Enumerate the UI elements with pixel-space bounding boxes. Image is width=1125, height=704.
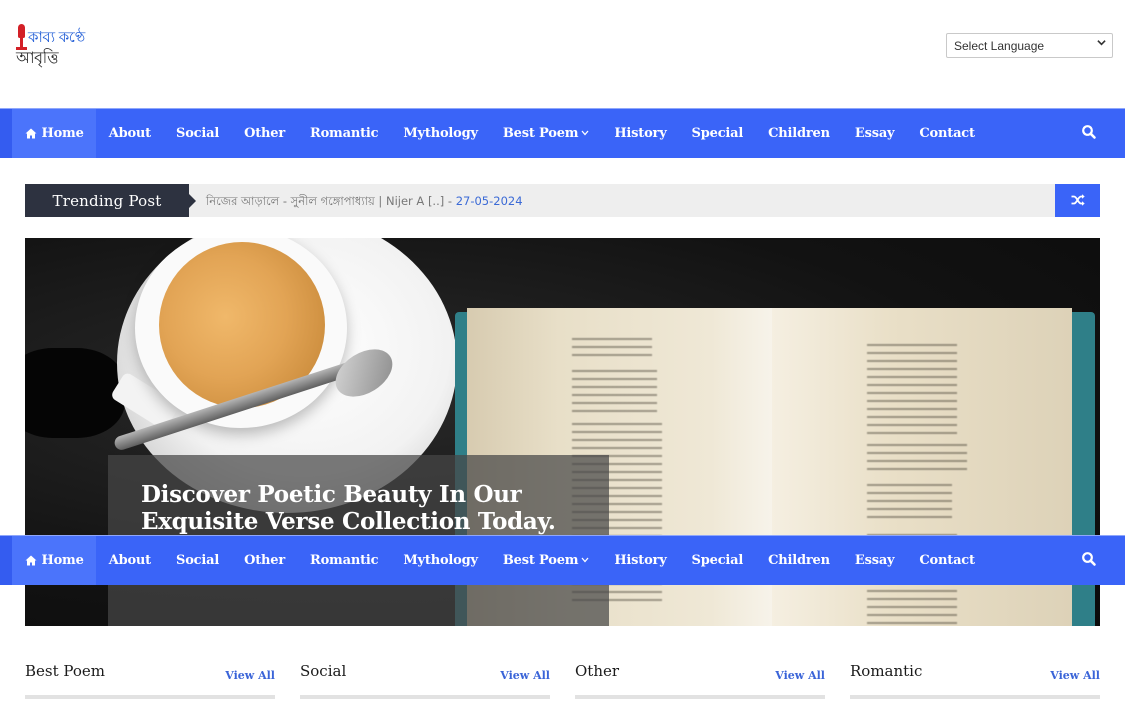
nav-item-other[interactable]: Other — [232, 109, 298, 158]
trending-post-title: নিজের আড়ালে - সুনীল গঙ্গোপাধ্যায় | Nij… — [206, 194, 456, 208]
nav-item-essay[interactable]: Essay — [842, 109, 907, 158]
section-divider — [25, 695, 275, 699]
nav-item-label: Best Poem — [502, 126, 579, 141]
trending-post-link[interactable]: নিজের আড়ালে - সুনীল গঙ্গোপাধ্যায় | Nij… — [206, 193, 523, 212]
hero-caption[interactable]: Discover Poetic Beauty In Our Exquisite … — [141, 481, 611, 535]
main-nav: Home About Social Other Romantic Mytholo… — [0, 108, 1125, 158]
nav-item-label: Home — [41, 553, 84, 568]
nav-item-label: Essay — [854, 553, 895, 568]
shuffle-button[interactable] — [1055, 184, 1100, 217]
section-title: Romantic — [850, 662, 923, 680]
nav-item-romantic[interactable]: Romantic — [297, 109, 390, 158]
nav-item-label: Special — [691, 126, 744, 141]
nav-item-label: History — [614, 126, 667, 141]
nav-item-label: Home — [41, 126, 84, 141]
book-text — [572, 338, 652, 360]
section-other: Other View All — [575, 660, 825, 700]
nav-item-contact[interactable]: Contact — [907, 536, 987, 585]
shuffle-icon — [1071, 191, 1085, 210]
nav-item-label: Other — [244, 553, 285, 568]
sticky-nav: Home About Social Other Romantic Mytholo… — [0, 535, 1125, 585]
nav-item-home[interactable]: Home — [12, 536, 97, 585]
view-all-link[interactable]: View All — [500, 669, 550, 682]
nav-item-label: History — [614, 553, 667, 568]
nav-item-label: Social — [176, 553, 220, 568]
section-title: Social — [300, 662, 347, 680]
nav-item-history[interactable]: History — [602, 109, 679, 158]
nav-item-children[interactable]: Children — [756, 536, 843, 585]
language-select-value: Select Language — [954, 38, 1045, 53]
nav-item-label: Best Poem — [502, 553, 579, 568]
book-text — [867, 484, 952, 524]
nav-left-strip — [0, 536, 12, 585]
nav-item-label: Mythology — [403, 553, 478, 568]
nav-item-label: Mythology — [403, 126, 478, 141]
nav-left-strip — [0, 109, 12, 158]
nav-item-mythology[interactable]: Mythology — [391, 536, 491, 585]
nav-item-label: Children — [768, 553, 830, 568]
section-social: Social View All — [300, 660, 550, 700]
nav-item-essay[interactable]: Essay — [842, 536, 907, 585]
site-header: কাব্য কণ্ঠে আবৃত্তি Select Language — [0, 0, 1125, 108]
nav-item-label: Contact — [919, 126, 975, 141]
section-best-poem: Best Poem View All — [25, 660, 275, 700]
nav-item-label: Special — [691, 553, 744, 568]
section-romantic: Romantic View All — [850, 660, 1100, 700]
nav-item-about[interactable]: About — [96, 109, 163, 158]
trending-label: Trending Post — [25, 184, 196, 217]
nav-item-children[interactable]: Children — [756, 109, 843, 158]
microphone-icon — [18, 24, 25, 38]
nav-item-label: Romantic — [309, 553, 379, 568]
search-icon[interactable] — [1081, 551, 1099, 569]
nav-item-best-poem[interactable]: Best Poem — [490, 536, 601, 585]
book-text — [572, 370, 657, 412]
nav-item-about[interactable]: About — [96, 536, 163, 585]
nav-item-other[interactable]: Other — [232, 536, 298, 585]
book-text — [867, 444, 967, 474]
section-divider — [300, 695, 550, 699]
nav-item-social[interactable]: Social — [164, 109, 232, 158]
nav-item-label: Children — [768, 126, 830, 141]
view-all-link[interactable]: View All — [775, 669, 825, 682]
nav-item-best-poem[interactable]: Best Poem — [490, 109, 601, 158]
hero-image-shadow — [25, 348, 125, 438]
chevron-down-icon — [1097, 38, 1106, 50]
nav-item-special[interactable]: Special — [679, 536, 756, 585]
home-icon — [25, 128, 37, 139]
section-divider — [575, 695, 825, 699]
search-icon[interactable] — [1081, 124, 1099, 142]
nav-item-history[interactable]: History — [602, 536, 679, 585]
view-all-link[interactable]: View All — [1050, 669, 1100, 682]
logo-text-line2: আবৃত্তি — [16, 48, 59, 67]
nav-menu: Home About Social Other Romantic Mytholo… — [12, 536, 987, 585]
view-all-link[interactable]: View All — [225, 669, 275, 682]
section-divider — [850, 695, 1100, 699]
nav-item-mythology[interactable]: Mythology — [391, 109, 491, 158]
category-sections: Best Poem View All Social View All Other… — [25, 660, 1100, 704]
nav-item-label: Other — [244, 126, 285, 141]
book-text — [867, 344, 957, 434]
chevron-down-icon — [581, 129, 589, 139]
nav-menu: Home About Social Other Romantic Mytholo… — [12, 109, 987, 158]
language-select[interactable]: Select Language — [946, 33, 1113, 58]
nav-item-romantic[interactable]: Romantic — [297, 536, 390, 585]
nav-item-label: Social — [176, 126, 220, 141]
section-title: Best Poem — [25, 662, 106, 680]
chevron-down-icon — [581, 556, 589, 566]
site-logo[interactable]: কাব্য কণ্ঠে আবৃত্তি — [14, 22, 88, 68]
trending-post-date: 27-05-2024 — [455, 194, 523, 208]
home-icon — [25, 555, 37, 566]
nav-item-home[interactable]: Home — [12, 109, 97, 158]
nav-item-contact[interactable]: Contact — [907, 109, 987, 158]
nav-item-label: Contact — [919, 553, 975, 568]
section-title: Other — [575, 662, 620, 680]
nav-item-social[interactable]: Social — [164, 536, 232, 585]
trending-bar: Trending Post নিজের আড়ালে - সুনীল গঙ্গো… — [25, 184, 1100, 217]
nav-item-label: About — [108, 553, 152, 568]
nav-item-special[interactable]: Special — [679, 109, 756, 158]
nav-item-label: Romantic — [309, 126, 379, 141]
nav-item-label: Essay — [854, 126, 895, 141]
nav-item-label: About — [108, 126, 152, 141]
